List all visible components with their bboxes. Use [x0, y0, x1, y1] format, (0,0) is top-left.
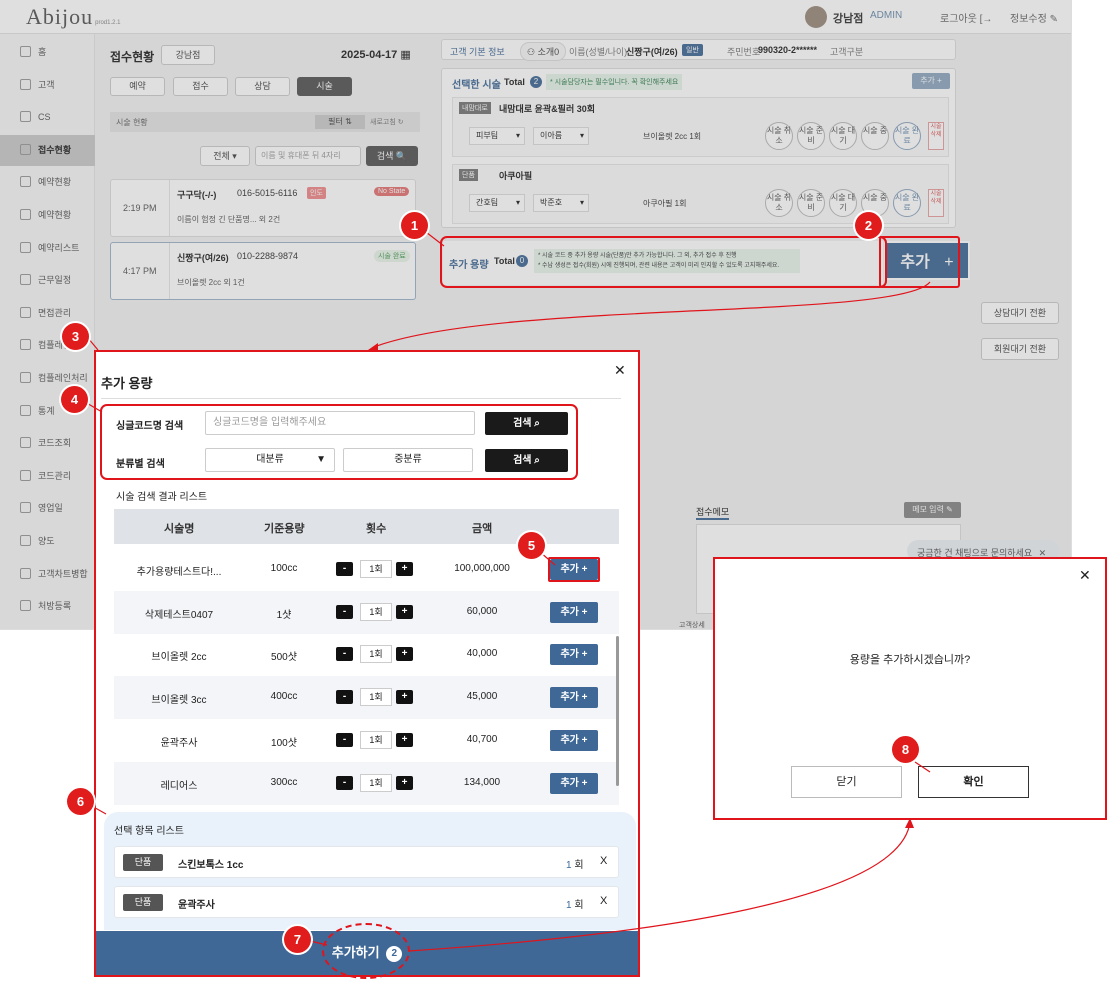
arrow-button-to-modal	[373, 281, 931, 348]
callout-6: 6	[67, 788, 94, 815]
callout-4: 4	[61, 386, 88, 413]
arrow-3-to-modal	[87, 337, 99, 351]
arrowhead-confirm	[905, 818, 914, 828]
arrow-5-to-add	[539, 551, 556, 566]
callout-3: 3	[62, 323, 89, 350]
callout-5: 5	[518, 532, 545, 559]
arrow-8-to-ok	[914, 761, 931, 773]
callout-2: 2	[855, 212, 882, 239]
arrowhead-modal	[368, 343, 378, 351]
callout-8: 8	[892, 736, 919, 763]
arrow-submit-to-confirm	[408, 821, 911, 952]
callout-1: 1	[401, 212, 428, 239]
arrow-4-to-search	[84, 401, 103, 413]
callout-arrows	[84, 227, 931, 952]
callout-7: 7	[284, 926, 311, 953]
